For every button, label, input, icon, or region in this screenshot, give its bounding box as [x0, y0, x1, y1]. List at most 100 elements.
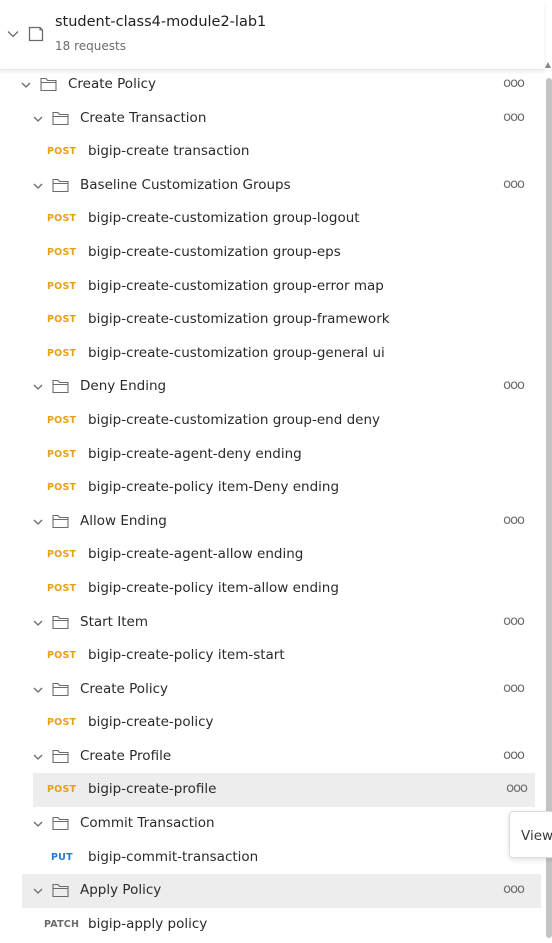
collection-request-count: 18 requests [55, 39, 126, 53]
chevron-down-icon[interactable] [20, 79, 32, 91]
chevron-down-icon[interactable] [32, 516, 44, 528]
more-options-icon[interactable]: ooo [503, 513, 525, 528]
request-bigip-commit-transaction[interactable]: PUT bigip-commit-transaction [0, 841, 544, 875]
more-options-icon[interactable]: ooo [503, 614, 525, 629]
request-bigip-create-customization-group-framework[interactable]: POST bigip-create-customization group-fra… [0, 303, 544, 337]
method-badge-post: POST [47, 246, 77, 258]
request-bigip-create-profile[interactable]: POST bigip-create-profile ooo [0, 773, 544, 808]
more-options-icon[interactable]: ooo [506, 781, 528, 796]
folder-deny-ending[interactable]: Deny Ending ooo [0, 370, 544, 404]
request-bigip-create-customization-group-general-ui[interactable]: POST bigip-create-customization group-gen… [0, 337, 544, 371]
folder-label: Create Policy [68, 76, 156, 92]
folder-label: Baseline Customization Groups [80, 176, 291, 193]
folder-icon [52, 380, 69, 394]
request-label: bigip-commit-transaction [88, 848, 259, 865]
request-bigip-create-agent-allow-ending[interactable]: POST bigip-create-agent-allow ending [0, 538, 544, 572]
method-badge-post: POST [47, 213, 77, 225]
folder-label: Create Transaction [80, 109, 207, 126]
tooltip: View [509, 811, 552, 858]
method-badge-post: POST [47, 347, 77, 359]
request-label: bigip-create-customization group-end den… [88, 411, 381, 428]
chevron-down-icon[interactable] [32, 684, 44, 696]
request-label: bigip-create-profile [88, 781, 217, 798]
folder-create-profile[interactable]: Create Profile ooo [0, 740, 544, 774]
folder-create-policy[interactable]: Create Policy ooo [0, 673, 544, 707]
folder-label: Create Policy [80, 680, 168, 697]
request-bigip-create-policy-item-deny-ending[interactable]: POST bigip-create-policy item-Deny ending [0, 471, 544, 505]
chevron-down-icon[interactable] [32, 113, 44, 125]
request-label: bigip-create-customization group-logout [88, 210, 360, 227]
folder-label: Commit Transaction [80, 815, 215, 832]
folder-label: Create Profile [80, 747, 172, 764]
request-label: bigip-create-agent-allow ending [88, 546, 304, 563]
folder-create-policy[interactable]: Create Policy ooo [0, 68, 544, 102]
collection-tree: Create Policy ooo Create Transaction ooo POS… [0, 68, 544, 941]
request-bigip-create-transaction[interactable]: POST bigip-create transaction [0, 135, 544, 169]
method-badge-post: POST [47, 314, 77, 326]
request-bigip-create-policy-item-start[interactable]: POST bigip-create-policy item-start [0, 639, 544, 673]
request-label: bigip-create-customization group-error m… [88, 277, 384, 294]
request-bigip-create-agent-deny-ending[interactable]: POST bigip-create-agent-deny ending [0, 438, 544, 472]
more-options-icon[interactable]: ooo [503, 110, 525, 125]
folder-icon [52, 884, 69, 898]
folder-commit-transaction[interactable]: Commit Transaction [0, 807, 544, 841]
chevron-down-icon[interactable] [32, 180, 44, 192]
chevron-down-icon[interactable] [32, 381, 44, 393]
method-badge-post: POST [47, 280, 77, 292]
folder-label: Deny Ending [80, 378, 167, 395]
request-label: bigip-create-policy item-allow ending [88, 579, 339, 596]
request-bigip-create-policy[interactable]: POST bigip-create-policy [0, 706, 544, 740]
chevron-down-icon[interactable] [6, 27, 20, 41]
folder-icon [52, 514, 69, 528]
folder-icon [52, 178, 69, 192]
method-badge-post: POST [47, 414, 77, 426]
folder-apply-policy[interactable]: Apply Policy ooo [0, 874, 544, 908]
tooltip-text: View [521, 828, 552, 844]
scrollbar-thumb[interactable] [546, 78, 552, 938]
folder-icon [52, 749, 69, 763]
collection-icon [28, 26, 44, 42]
method-badge-post: POST [47, 717, 77, 729]
method-badge-post: POST [47, 549, 77, 561]
request-bigip-create-customization-group-logout[interactable]: POST bigip-create-customization group-log… [0, 202, 544, 236]
folder-icon [52, 817, 69, 831]
folder-baseline-customization-groups[interactable]: Baseline Customization Groups ooo [0, 169, 544, 203]
request-label: bigip-create-customization group-eps [88, 243, 341, 260]
request-bigip-create-policy-item-allow-ending[interactable]: POST bigip-create-policy item-allow endin… [0, 572, 544, 606]
request-label: bigip-create-customization group-framewo… [88, 311, 390, 328]
request-label: bigip-create-policy item-Deny ending [88, 479, 340, 496]
more-options-icon[interactable]: ooo [503, 748, 525, 763]
folder-label: Allow Ending [80, 512, 167, 529]
more-options-icon[interactable]: ooo [503, 76, 525, 91]
method-badge-post: POST [47, 582, 77, 594]
folder-create-transaction[interactable]: Create Transaction ooo [0, 102, 544, 136]
folder-start-item[interactable]: Start Item ooo [0, 606, 544, 640]
folder-icon [52, 682, 69, 696]
request-label: bigip-create-policy [88, 714, 214, 731]
chevron-down-icon[interactable] [32, 617, 44, 629]
request-bigip-apply-policy[interactable]: PATCH bigip-apply policy [0, 908, 544, 942]
scroll-up-arrow-icon[interactable]: ▲ [544, 60, 552, 72]
collection-name: student-class4-module2-lab1 [55, 14, 267, 30]
chevron-down-icon[interactable] [32, 885, 44, 897]
method-badge-post: POST [47, 146, 77, 158]
request-label: bigip-create-customization group-general… [88, 344, 385, 361]
method-badge-post: POST [47, 784, 77, 796]
request-label: bigip-apply policy [88, 915, 208, 932]
folder-allow-ending[interactable]: Allow Ending ooo [0, 505, 544, 539]
more-options-icon[interactable]: ooo [503, 882, 525, 897]
chevron-down-icon[interactable] [32, 751, 44, 763]
more-options-icon[interactable]: ooo [503, 177, 525, 192]
folder-label: Start Item [80, 613, 149, 630]
more-options-icon[interactable]: ooo [503, 681, 525, 696]
folder-icon [52, 615, 69, 629]
request-bigip-create-customization-group-error-map[interactable]: POST bigip-create-customization group-err… [0, 270, 544, 304]
method-badge-post: POST [47, 650, 77, 662]
more-options-icon[interactable]: ooo [503, 378, 525, 393]
request-bigip-create-customization-group-eps[interactable]: POST bigip-create-customization group-eps [0, 236, 544, 270]
folder-icon [40, 77, 57, 92]
request-bigip-create-customization-group-end-deny[interactable]: POST bigip-create-customization group-end… [0, 404, 544, 438]
collection-header[interactable]: student-class4-module2-lab1 18 requests [0, 0, 544, 70]
chevron-down-icon[interactable] [32, 818, 44, 830]
folder-label: Apply Policy [80, 882, 162, 899]
